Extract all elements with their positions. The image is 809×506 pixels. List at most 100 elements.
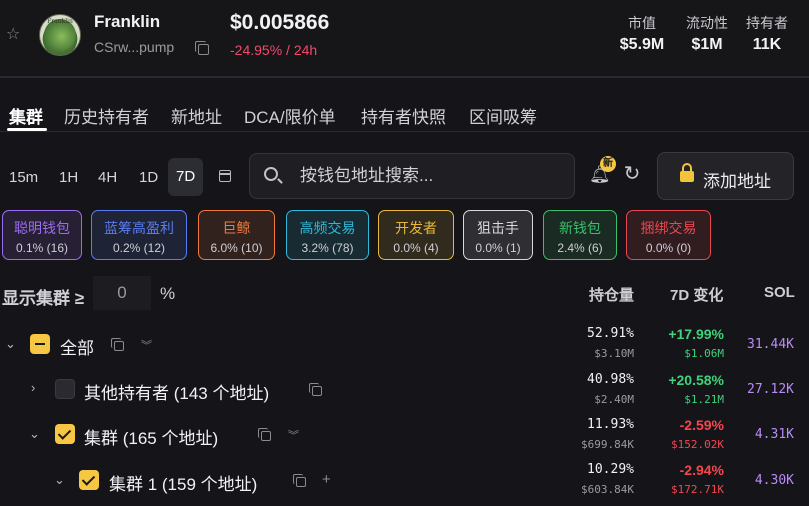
price-change-24h: -24.95% / 24h (230, 42, 318, 58)
plus-icon[interactable]: + (322, 471, 331, 488)
search-icon (264, 167, 278, 181)
copy-icon[interactable] (258, 428, 271, 441)
time-filter-1h[interactable]: 1H (59, 168, 78, 188)
lock-icon (680, 163, 694, 182)
tag-chip[interactable]: 开发者 0.0% (4) (378, 210, 454, 260)
stat-value-holders: 11K (752, 36, 782, 53)
row-sol: 4.30K (754, 473, 794, 488)
stat-label-holders: 持有者 (746, 15, 788, 31)
checkbox-clusters[interactable] (55, 424, 75, 444)
checkbox-all[interactable] (30, 334, 50, 354)
row-label-cluster-1: 集群 1 (159 个地址) (109, 475, 258, 494)
tabs-divider (0, 131, 809, 132)
tag-title: 蓝筹高盈利 (104, 220, 174, 236)
tag-title: 新钱包 (559, 220, 601, 236)
row-hold-pct: 52.91% (587, 326, 634, 341)
tag-title: 高频交易 (299, 220, 356, 236)
tag-chip[interactable]: 狙击手 0.0% (1) (463, 210, 533, 260)
copy-icon[interactable] (195, 41, 209, 55)
column-holding[interactable]: 持仓量 (589, 284, 634, 305)
row-hold-usd: $3.10M (594, 347, 634, 360)
row-label-clusters: 集群 (165 个地址) (84, 429, 219, 448)
row-change-pct: -2.94% (679, 462, 724, 478)
tag-value: 3.2% (78) (301, 241, 354, 255)
tab-new-addresses[interactable]: 新地址 (171, 103, 222, 128)
tag-chip[interactable]: 巨鲸 6.0% (10) (198, 210, 275, 260)
row-hold-usd: $2.40M (594, 393, 634, 406)
tab-clusters[interactable]: 集群 (9, 103, 43, 128)
tag-title: 狙击手 (477, 220, 519, 236)
tab-history-holders[interactable]: 历史持有者 (64, 103, 149, 128)
checkbox-other-holders[interactable] (55, 379, 75, 399)
double-chevron-icon[interactable]: ︾ (288, 427, 299, 443)
tag-chip[interactable]: 新钱包 2.4% (6) (543, 210, 617, 260)
wallet-search-input[interactable] (300, 165, 560, 187)
copy-icon[interactable] (309, 383, 322, 396)
chevron-down-icon[interactable]: ⌄ (54, 472, 65, 488)
cluster-threshold-label: 显示集群 ≥ (2, 289, 85, 308)
row-change-pct: +17.99% (668, 326, 724, 342)
header-divider (0, 76, 809, 78)
row-change-pct: +20.58% (668, 372, 724, 388)
double-chevron-icon[interactable]: ︾ (141, 337, 152, 353)
star-icon[interactable]: ☆ (6, 27, 22, 43)
tag-value: 0.1% (16) (15, 241, 69, 255)
row-sol: 31.44K (747, 337, 794, 352)
tag-chip[interactable]: 聪明钱包 0.1% (16) (2, 210, 82, 260)
row-hold-pct: 11.93% (587, 417, 634, 432)
token-name: Franklin (94, 12, 161, 31)
tag-value: 2.4% (6) (557, 241, 603, 255)
copy-icon[interactable] (111, 338, 124, 351)
checkbox-cluster-1[interactable] (79, 470, 99, 490)
tag-title: 聪明钱包 (14, 220, 70, 236)
tag-title: 捆绑交易 (640, 220, 697, 236)
row-change-usd: $1.06M (684, 347, 724, 360)
token-price: $0.005866 (230, 11, 330, 34)
token-address: CSrw...pump (94, 39, 175, 55)
tag-value: 6.0% (10) (210, 241, 263, 255)
row-sol: 27.12K (747, 382, 794, 397)
column-7d-change[interactable]: 7D 变化 (670, 284, 723, 305)
new-badge: 新 (600, 156, 616, 172)
tag-chip[interactable]: 捆绑交易 0.0% (0) (626, 210, 711, 260)
chevron-down-icon[interactable]: ⌄ (29, 426, 40, 442)
tag-value: 0.0% (0) (645, 241, 692, 255)
row-sol: 4.31K (754, 427, 794, 442)
tab-holder-snapshot[interactable]: 持有者快照 (361, 103, 446, 128)
tab-range-accumulation[interactable]: 区间吸筹 (469, 103, 537, 128)
column-sol[interactable]: SOL (764, 284, 795, 301)
tag-title: 巨鲸 (222, 220, 251, 236)
tab-dca-limit[interactable]: DCA/限价单 (244, 103, 336, 128)
chevron-right-icon[interactable]: › (31, 380, 35, 395)
time-filter-7d[interactable]: 7D (168, 158, 204, 196)
stat-value-liquidity: $1M (691, 36, 723, 53)
row-label-other-holders: 其他持有者 (143 个地址) (84, 384, 270, 403)
refresh-icon[interactable]: ↻ (621, 163, 643, 185)
tag-title: 开发者 (395, 220, 437, 236)
row-change-usd: $172.71K (671, 483, 724, 496)
tag-chip[interactable]: 高频交易 3.2% (78) (286, 210, 369, 260)
row-hold-usd: $603.84K (581, 483, 634, 496)
row-hold-pct: 40.98% (587, 372, 634, 387)
percent-unit: % (160, 284, 176, 303)
cluster-threshold-input[interactable] (93, 276, 151, 310)
row-label-all: 全部 (60, 339, 94, 358)
stat-label-liquidity: 流动性 (686, 15, 728, 31)
stat-label-mcap: 市值 (628, 15, 656, 31)
tag-chip[interactable]: 蓝筹高盈利 0.2% (12) (91, 210, 187, 260)
time-filter-4h[interactable]: 4H (98, 168, 117, 188)
stat-value-mcap: $5.9M (619, 36, 665, 53)
avatar-text: Franklin (47, 18, 73, 25)
copy-icon[interactable] (293, 474, 306, 487)
add-address-label: 添加地址 (703, 172, 771, 191)
chevron-down-icon[interactable]: ⌄ (5, 336, 16, 352)
tag-value: 0.2% (12) (112, 241, 166, 255)
row-change-usd: $1.21M (684, 393, 724, 406)
tag-value: 0.0% (1) (475, 241, 521, 255)
row-change-usd: $152.02K (671, 438, 724, 451)
time-filter-15m[interactable]: 15m (9, 168, 38, 188)
row-change-pct: -2.59% (679, 417, 724, 433)
tag-value: 0.0% (4) (393, 241, 439, 255)
calendar-icon[interactable] (219, 170, 231, 182)
time-filter-1d[interactable]: 1D (139, 168, 158, 188)
